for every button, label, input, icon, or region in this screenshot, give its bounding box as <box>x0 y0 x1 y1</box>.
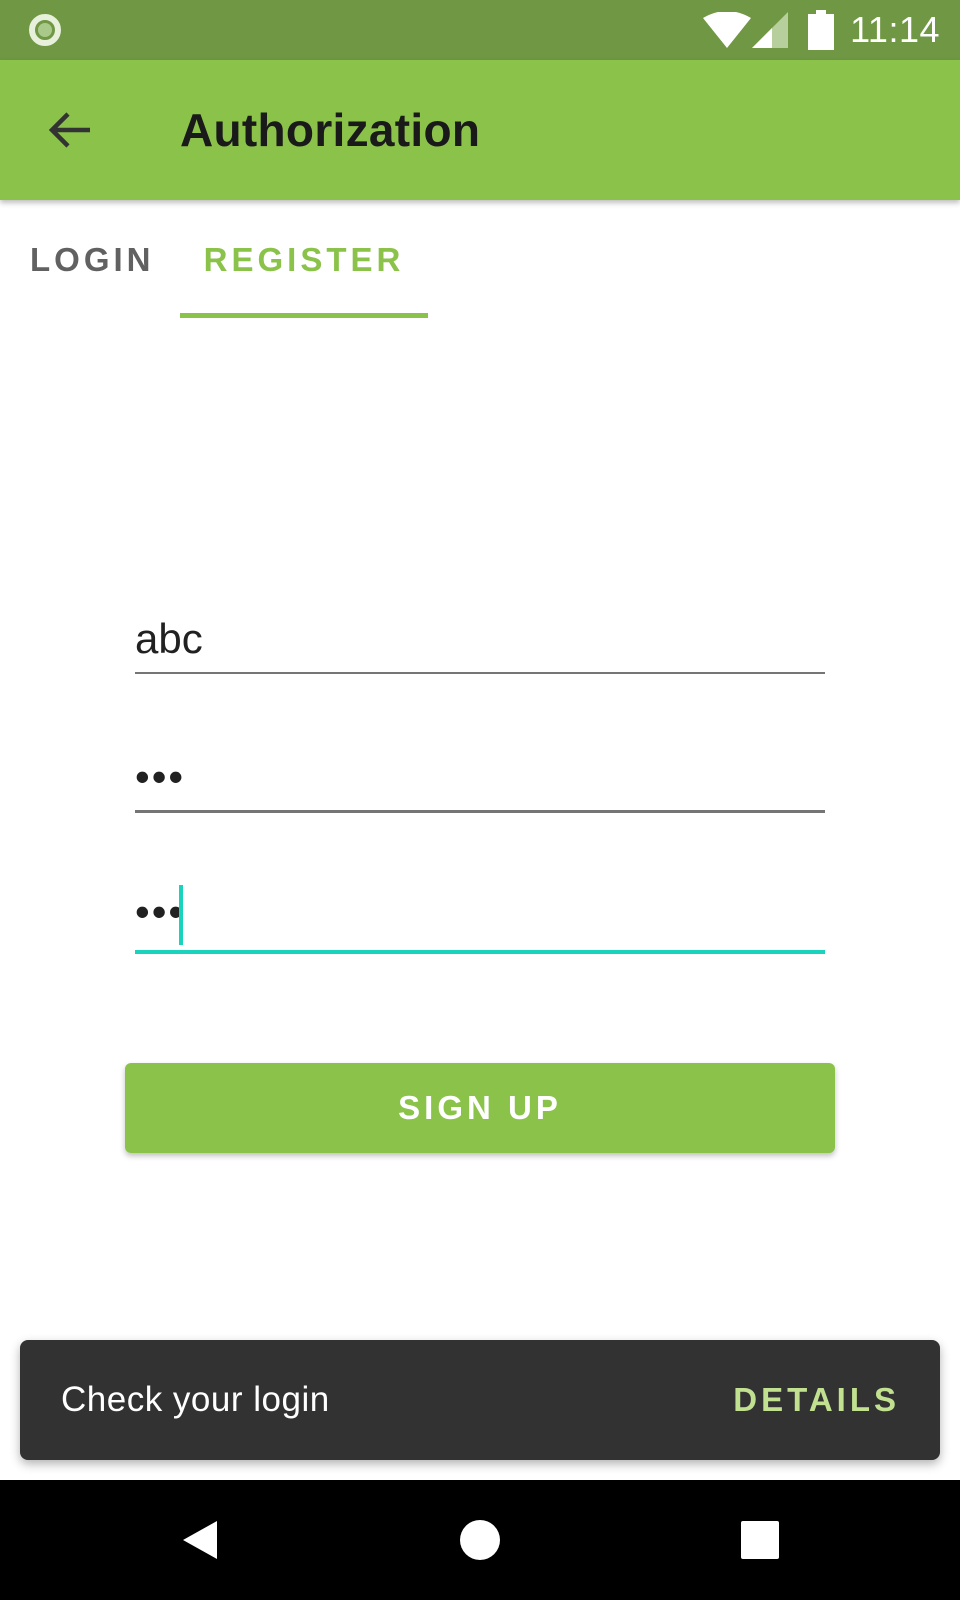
back-button[interactable] <box>30 90 110 170</box>
password-underline <box>135 810 825 813</box>
nav-home-icon <box>460 1520 500 1560</box>
snackbar: Check your login DETAILS <box>20 1340 940 1460</box>
username-field[interactable]: abc <box>135 612 825 676</box>
status-clock: 11:14 <box>850 9 940 50</box>
tab-register[interactable]: REGISTER <box>180 200 428 320</box>
battery-icon <box>808 10 834 50</box>
nav-recent-apps-button[interactable] <box>700 1480 820 1600</box>
nav-home-button[interactable] <box>420 1480 540 1600</box>
password-field[interactable]: ••• <box>135 750 825 814</box>
sign-up-button[interactable]: SIGN UP <box>125 1063 835 1153</box>
status-bar: 11:14 <box>0 0 960 60</box>
app-bar: Authorization <box>0 60 960 200</box>
username-underline <box>135 672 825 674</box>
notification-circle-icon <box>29 14 61 46</box>
tab-login[interactable]: LOGIN <box>30 200 151 320</box>
signal-icon <box>752 12 788 48</box>
arrow-back-icon <box>48 112 90 148</box>
navigation-bar <box>0 1480 960 1600</box>
snackbar-details-button[interactable]: DETAILS <box>733 1340 900 1460</box>
text-cursor <box>179 885 183 945</box>
password-input[interactable]: ••• <box>135 750 825 804</box>
nav-back-button[interactable] <box>140 1480 260 1600</box>
tab-bar: LOGIN REGISTER <box>0 200 960 320</box>
tab-selected-indicator <box>180 313 428 318</box>
confirm-password-underline <box>135 950 825 954</box>
confirm-password-field[interactable]: ••• <box>135 885 825 955</box>
snackbar-message: Check your login <box>61 1380 330 1419</box>
page-title: Authorization <box>180 104 481 156</box>
nav-back-icon <box>183 1521 217 1559</box>
confirm-password-input[interactable]: ••• <box>135 885 825 939</box>
nav-recent-apps-icon <box>741 1521 779 1559</box>
wifi-icon <box>703 12 751 48</box>
username-input[interactable]: abc <box>135 612 825 666</box>
